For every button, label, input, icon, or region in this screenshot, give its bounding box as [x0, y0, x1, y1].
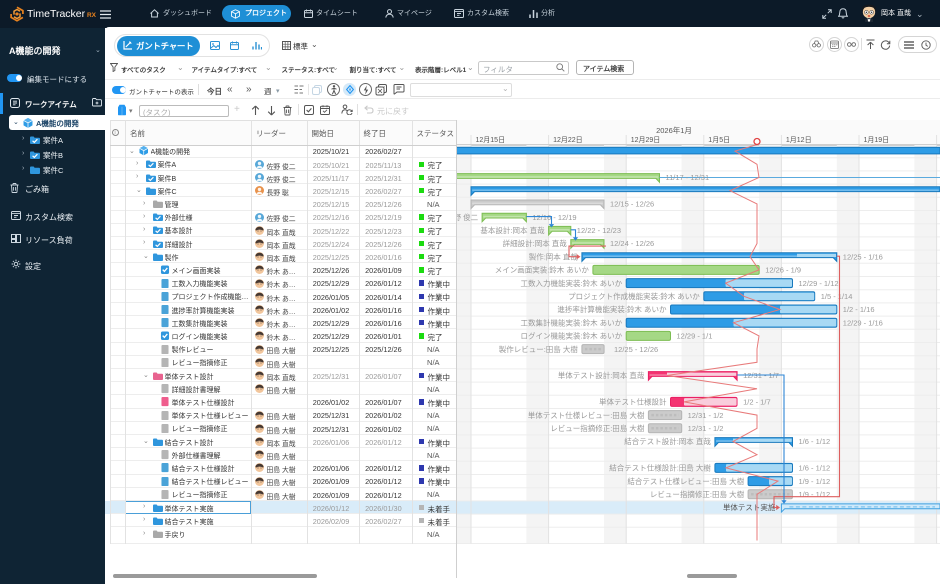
svg-text:1月12日: 1月12日	[786, 136, 812, 144]
svg-text:1/2 - 1/16: 1/2 - 1/16	[843, 305, 875, 314]
svg-text:結合テスト仕様レビュー:田島 大樹: 結合テスト仕様レビュー:田島 大樹	[627, 476, 744, 486]
svg-text:1/9 - 1/12: 1/9 - 1/12	[799, 477, 831, 486]
svg-text:12/16 - 12/19: 12/16 - 12/19	[532, 213, 576, 222]
svg-text:単体テスト実施: 単体テスト実施	[723, 502, 776, 512]
svg-text:結合テスト仕様設計:田島 大樹: 結合テスト仕様設計:田島 大樹	[609, 463, 711, 473]
svg-text:12月29日: 12月29日	[631, 136, 661, 144]
svg-text:1/2 - 1/7: 1/2 - 1/7	[743, 398, 771, 407]
svg-text:結合テスト設計:岡本 直哉: 結合テスト設計:岡本 直哉	[624, 436, 711, 446]
svg-text:レビュー指摘修正:田島 大樹: レビュー指摘修正:田島 大樹	[650, 489, 745, 499]
svg-text:メイン画面実装:鈴木 あいか: メイン画面実装:鈴木 あいか	[495, 265, 590, 275]
svg-text:1/5 - 1/14: 1/5 - 1/14	[821, 292, 853, 301]
svg-text:12/25 - 12/26: 12/25 - 12/26	[614, 345, 658, 354]
svg-text:12月22日: 12月22日	[553, 136, 583, 144]
svg-text:ログイン機能実装:鈴木 あいか: ログイン機能実装:鈴木 あいか	[521, 331, 623, 341]
svg-text:単体テスト仕様設計: 単体テスト仕様設計	[599, 397, 667, 407]
svg-text:単体テスト仕様レビュー:田島 大樹: 単体テスト仕様レビュー:田島 大樹	[528, 410, 645, 420]
svg-text:基本設計:岡本 直哉: 基本設計:岡本 直哉	[480, 225, 545, 235]
svg-text:進捗率計算機能実装:鈴木 あいか: 進捗率計算機能実装:鈴木 あいか	[557, 304, 667, 314]
svg-text:1/9 - 1/12: 1/9 - 1/12	[799, 490, 831, 499]
svg-text:12/29 - 1/16: 12/29 - 1/16	[843, 318, 883, 327]
svg-text:12/15 - 12/26: 12/15 - 12/26	[610, 200, 654, 209]
svg-text:詳細設計:岡本 直哉: 詳細設計:岡本 直哉	[503, 238, 568, 248]
svg-text:11/17 - 12/31: 11/17 - 12/31	[666, 173, 710, 182]
svg-text:製作レビュー:田島 大樹: 製作レビュー:田島 大樹	[499, 344, 579, 354]
svg-text:12月15日: 12月15日	[476, 136, 506, 144]
svg-text:12/29 - 1/1: 12/29 - 1/1	[677, 332, 713, 341]
svg-text:プロジェクト作成機能実装:鈴木 あいか: プロジェクト作成機能実装:鈴木 あいか	[568, 291, 700, 301]
svg-text:12/31 - 1/2: 12/31 - 1/2	[688, 411, 724, 420]
svg-text:工数入力機能実装:鈴木 あいか: 工数入力機能実装:鈴木 あいか	[521, 278, 623, 288]
svg-text:2026年1月: 2026年1月	[656, 125, 692, 135]
svg-text:12/26 - 1/9: 12/26 - 1/9	[765, 266, 801, 275]
svg-text:12/25 - 1/16: 12/25 - 1/16	[843, 252, 883, 261]
svg-text:12/31 - 1/7: 12/31 - 1/7	[743, 371, 779, 380]
svg-text:1/6 - 1/12: 1/6 - 1/12	[799, 437, 831, 446]
svg-text:単体テスト設計:岡本 直哉: 単体テスト設計:岡本 直哉	[558, 370, 645, 380]
svg-text:1/6 - 1/12: 1/6 - 1/12	[799, 464, 831, 473]
svg-text:12/22 - 12/23: 12/22 - 12/23	[577, 226, 621, 235]
svg-text:12/24 - 12/26: 12/24 - 12/26	[610, 239, 654, 248]
svg-text:12/29 - 1/12: 12/29 - 1/12	[799, 279, 839, 288]
svg-text:工数集計機能実装:鈴木 あいか: 工数集計機能実装:鈴木 あいか	[521, 317, 623, 327]
svg-text:外部仕様:佐野 俊二: 外部仕様:佐野 俊二	[456, 212, 479, 222]
svg-text:1月5日: 1月5日	[708, 136, 730, 144]
svg-text:1月19日: 1月19日	[864, 136, 890, 144]
svg-text:レビュー指摘修正:田島 大樹: レビュー指摘修正:田島 大樹	[550, 423, 645, 433]
svg-text:12/31 - 1/2: 12/31 - 1/2	[688, 424, 724, 433]
